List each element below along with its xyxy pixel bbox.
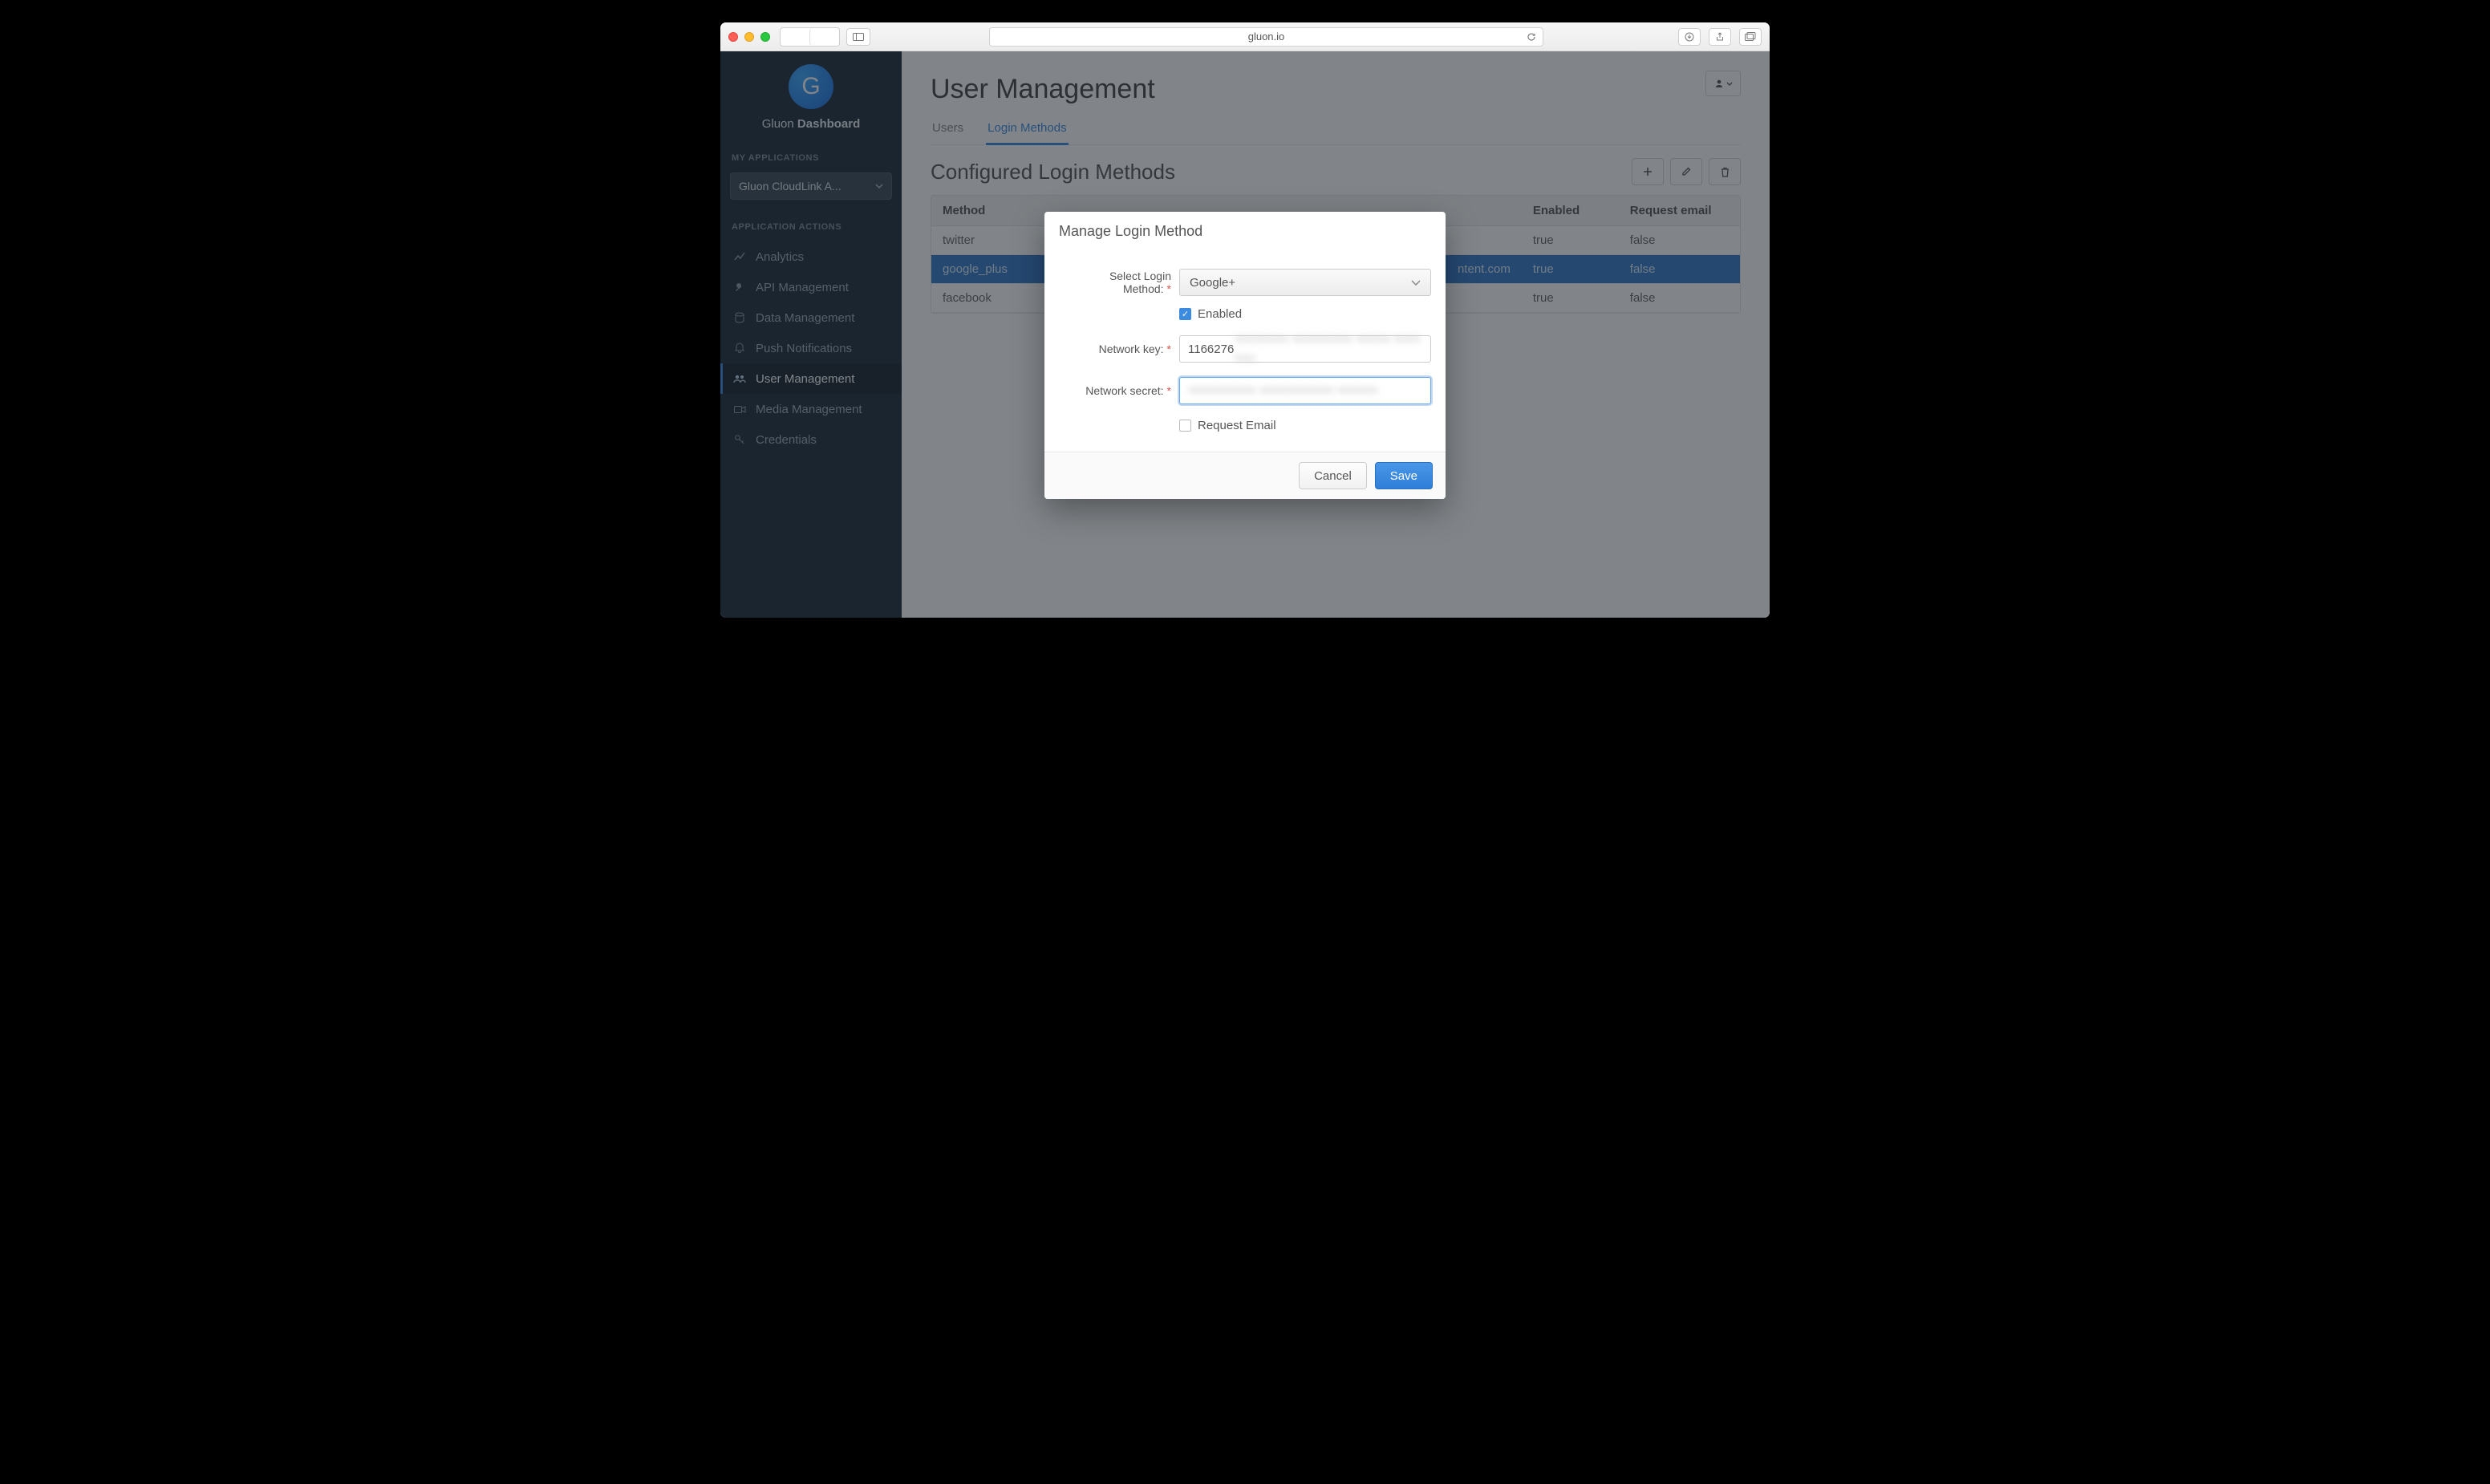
network-key-input[interactable]: 1166276ฯฯฯฯฯฯฯฯ ฯฯฯฯฯฯฯฯฯ ฯฯฯฯฯ ฯฯฯฯ ฯฯฯ: [1179, 335, 1431, 363]
login-method-select[interactable]: Google+: [1179, 269, 1431, 296]
tabs-button[interactable]: [1739, 28, 1762, 46]
request-email-checkbox[interactable]: [1179, 420, 1191, 432]
network-secret-input[interactable]: ฯฯฯฯฯฯฯฯฯฯ ฯฯฯฯฯฯฯฯฯฯฯ ฯฯฯฯฯฯ: [1179, 377, 1431, 404]
request-email-checkbox-label: Request Email: [1198, 419, 1276, 432]
minimize-window-button[interactable]: [744, 32, 754, 42]
enabled-checkbox-label: Enabled: [1198, 307, 1242, 321]
cancel-button[interactable]: Cancel: [1299, 462, 1367, 489]
modal-title: Manage Login Method: [1044, 212, 1446, 248]
network-key-value: 1166276: [1188, 343, 1234, 356]
network-key-masked: ฯฯฯฯฯฯฯฯ ฯฯฯฯฯฯฯฯฯ ฯฯฯฯฯ ฯฯฯฯ ฯฯฯ: [1234, 330, 1422, 368]
label-network-key: Network key:*: [1059, 343, 1179, 355]
browser-toolbar: gluon.io: [720, 22, 1770, 51]
toggle-sidebar-button[interactable]: [846, 28, 870, 46]
browser-window: gluon.io + G Gluon Dashboard MY APPLICAT…: [720, 22, 1770, 618]
label-network-secret: Network secret:*: [1059, 384, 1179, 397]
reload-icon[interactable]: [1527, 32, 1536, 42]
forward-button[interactable]: [809, 28, 839, 46]
save-button[interactable]: Save: [1375, 462, 1433, 489]
back-button[interactable]: [781, 28, 809, 46]
chevron-down-icon: [1411, 280, 1421, 286]
nav-back-forward: [780, 27, 840, 47]
window-controls: [728, 32, 770, 42]
url-bar[interactable]: gluon.io: [989, 27, 1543, 47]
manage-login-method-modal: Manage Login Method Select Login Method:…: [1044, 212, 1446, 499]
label-login-method: Select Login Method:*: [1059, 270, 1179, 295]
network-secret-masked: ฯฯฯฯฯฯฯฯฯฯ ฯฯฯฯฯฯฯฯฯฯฯ ฯฯฯฯฯฯ: [1188, 381, 1377, 400]
close-window-button[interactable]: [728, 32, 738, 42]
login-method-value: Google+: [1190, 276, 1235, 290]
zoom-window-button[interactable]: [760, 32, 770, 42]
downloads-button[interactable]: [1678, 28, 1701, 46]
enabled-checkbox[interactable]: ✓: [1179, 308, 1191, 320]
share-button[interactable]: [1709, 28, 1731, 46]
url-text: gluon.io: [1248, 30, 1285, 43]
